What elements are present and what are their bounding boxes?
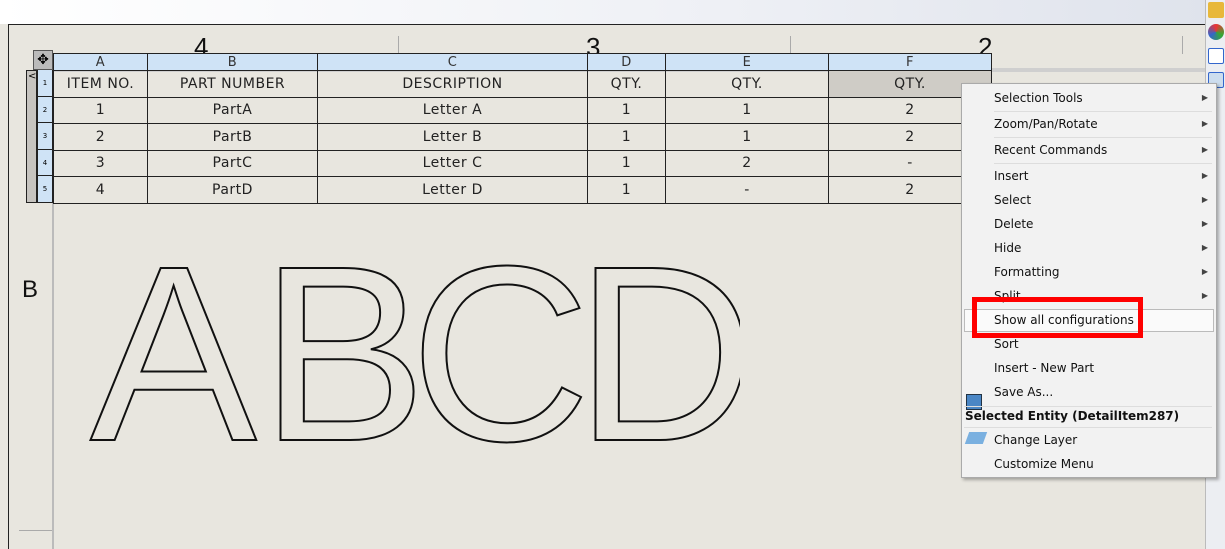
row-header[interactable]: 3 — [37, 123, 53, 150]
menu-item-insert-new-part[interactable]: Insert - New Part — [994, 357, 1214, 379]
submenu-arrow-icon: ▶ — [1201, 219, 1208, 228]
sheet-inner-border — [52, 200, 54, 549]
zone-label: B — [22, 276, 39, 303]
table-row: 2 PartB Letter B112 — [53, 123, 992, 151]
zone-tick — [1182, 36, 1183, 54]
menu-item-label: Sort — [994, 337, 1019, 351]
submenu-arrow-icon: ▶ — [1201, 93, 1208, 102]
submenu-arrow-icon: ▶ — [1201, 243, 1208, 252]
menu-item-label: Save As... — [994, 385, 1054, 399]
table-cell[interactable]: Letter C — [317, 149, 588, 177]
table-cell[interactable]: PartB — [147, 123, 318, 151]
menu-item-label: Insert - New Part — [994, 361, 1095, 375]
table-cell[interactable]: 1 — [665, 123, 829, 151]
column-header[interactable]: F — [828, 53, 992, 71]
table-row: 3 PartC Letter C12- — [53, 149, 992, 177]
menu-item-select[interactable]: Select ▶ — [994, 189, 1214, 211]
column-header[interactable]: A — [53, 53, 148, 71]
menu-item-save-as[interactable]: Save As... — [994, 381, 1214, 403]
properties-icon[interactable] — [1208, 48, 1224, 64]
menu-item-label: Insert — [994, 169, 1029, 183]
row-header[interactable]: 2 — [37, 96, 53, 124]
row-header[interactable]: 5 — [37, 176, 53, 203]
column-header[interactable]: B — [147, 53, 318, 71]
menu-item-selection-tools[interactable]: Selection Tools ▶ — [994, 87, 1214, 109]
row-header[interactable]: 1 — [37, 70, 53, 97]
menu-item-label: Selection Tools — [994, 91, 1083, 105]
submenu-arrow-icon: ▶ — [1201, 119, 1208, 128]
row-headers: 1 2 3 4 5 — [37, 70, 53, 203]
bom-table[interactable]: A B C D E F ITEM NO. PART NUMBER DESCRIP… — [53, 53, 992, 204]
submenu-arrow-icon: ▶ — [1201, 195, 1208, 204]
table-cell[interactable]: 3 — [53, 149, 148, 177]
column-header[interactable]: D — [587, 53, 666, 71]
menu-item-label: Formatting — [994, 265, 1060, 279]
table-cell[interactable]: Letter A — [317, 96, 588, 124]
change-layer-icon — [964, 432, 988, 444]
table-header-row: ITEM NO. PART NUMBER DESCRIPTION QTY. QT… — [53, 70, 992, 98]
table-cell[interactable]: 2 — [665, 149, 829, 177]
submenu-arrow-icon: ▶ — [1201, 267, 1208, 276]
header-cell[interactable]: QTY. — [665, 70, 829, 98]
menu-item-label: Recent Commands — [994, 143, 1108, 157]
header-cell[interactable]: QTY. — [587, 70, 666, 98]
context-menu: Selection Tools ▶ Zoom/Pan/Rotate ▶ Recent C… — [961, 83, 1217, 478]
letter-d-outline[interactable]: D — [574, 240, 740, 460]
zone-tick — [398, 36, 399, 54]
table-cell[interactable]: Letter D — [317, 176, 588, 204]
table-cell[interactable]: 1 — [587, 176, 666, 204]
table-cell[interactable]: - — [665, 176, 829, 204]
table-cell[interactable]: 1 — [587, 149, 666, 177]
menu-item-label: Select — [994, 193, 1032, 207]
table-collapse-handle[interactable]: < — [26, 70, 37, 203]
zone-tick — [790, 36, 791, 54]
column-header[interactable]: C — [317, 53, 588, 71]
table-cell[interactable]: 4 — [53, 176, 148, 204]
table-cell[interactable]: PartD — [147, 176, 318, 204]
header-cell[interactable]: PART NUMBER — [147, 70, 318, 98]
column-letter-row: A B C D E F — [53, 53, 992, 71]
letter-a-outline[interactable]: A — [89, 240, 258, 460]
menu-item-hide[interactable]: Hide ▶ — [994, 237, 1214, 259]
menu-item-zoom-pan-rotate[interactable]: Zoom/Pan/Rotate ▶ — [994, 113, 1214, 135]
table-row: 1 PartA Letter A112 — [53, 96, 992, 124]
table-cell[interactable]: 2 — [53, 123, 148, 151]
menu-item-customize-menu[interactable]: Customize Menu — [994, 453, 1214, 475]
header-cell[interactable]: ITEM NO. — [53, 70, 148, 98]
letter-b-outline[interactable]: B — [259, 240, 428, 460]
menu-item-recent-commands[interactable]: Recent Commands ▶ — [994, 139, 1214, 161]
table-cell[interactable]: 1 — [665, 96, 829, 124]
table-cell[interactable]: Letter B — [317, 123, 588, 151]
sheet-border-line — [19, 530, 52, 531]
window-top-band — [0, 0, 1205, 24]
highlight-annotation-box — [972, 297, 1143, 338]
menu-section-title: Selected Entity (DetailItem287) — [965, 409, 1180, 423]
menu-item-change-layer[interactable]: Change Layer — [994, 429, 1214, 451]
header-cell[interactable]: DESCRIPTION — [317, 70, 588, 98]
submenu-arrow-icon: ▶ — [1201, 145, 1208, 154]
menu-item-formatting[interactable]: Formatting ▶ — [994, 261, 1214, 283]
menu-item-label: Delete — [994, 217, 1034, 231]
submenu-arrow-icon: ▶ — [1201, 291, 1208, 300]
appearances-icon[interactable] — [1208, 24, 1224, 40]
letter-c-outline[interactable]: C — [409, 240, 592, 460]
table-cell[interactable]: 1 — [587, 96, 666, 124]
table-cell[interactable]: PartC — [147, 149, 318, 177]
menu-item-insert[interactable]: Insert ▶ — [994, 165, 1214, 187]
row-header[interactable]: 4 — [37, 149, 53, 177]
menu-item-label: Hide — [994, 241, 1022, 255]
drawing-view[interactable]: A B C D — [80, 240, 740, 460]
table-row: 4 PartD Letter D1-2 — [53, 176, 992, 204]
table-cell[interactable]: 1 — [587, 123, 666, 151]
table-cell[interactable]: 1 — [53, 96, 148, 124]
design-library-icon[interactable] — [1208, 2, 1224, 18]
submenu-arrow-icon: ▶ — [1201, 171, 1208, 180]
column-header[interactable]: E — [665, 53, 829, 71]
menu-item-delete[interactable]: Delete ▶ — [994, 213, 1214, 235]
table-cell[interactable]: PartA — [147, 96, 318, 124]
menu-item-label: Zoom/Pan/Rotate — [994, 117, 1098, 131]
move-table-icon[interactable]: ✥ — [33, 50, 53, 70]
